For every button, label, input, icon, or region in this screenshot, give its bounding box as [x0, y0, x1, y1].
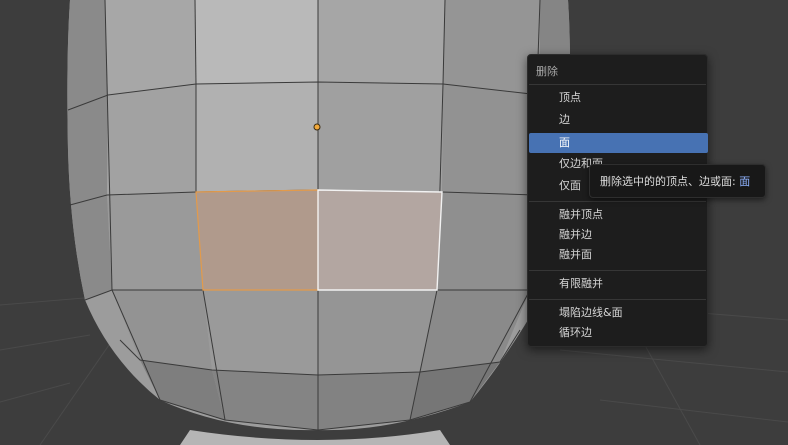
menu-item-edges[interactable]: 边 — [529, 110, 708, 130]
menu-item-edge-loops[interactable]: 循环边 — [529, 323, 708, 343]
tooltip-text: 删除选中的的顶点、边或面: — [600, 175, 740, 188]
menu-title: 删除 — [536, 65, 558, 78]
menu-item-dissolve-faces[interactable]: 融并面 — [529, 245, 708, 265]
menu-item-dissolve-edges[interactable]: 融并边 — [529, 225, 708, 245]
menu-item-collapse-edges-faces[interactable]: 塌陷边线&面 — [529, 303, 708, 323]
delete-menu: 删除 顶点 边 面 仅边和面 仅面 融并顶点 融并边 融并面 有限融并 塌陷边线… — [527, 54, 708, 347]
menu-separator — [529, 299, 706, 300]
tooltip-highlight: 面 — [739, 175, 751, 188]
menu-item-dissolve-vertices[interactable]: 融并顶点 — [529, 205, 708, 225]
selected-face[interactable] — [317, 189, 443, 291]
menu-separator — [529, 201, 706, 202]
menu-item-faces[interactable]: 面 — [529, 133, 708, 153]
menu-item-vertices[interactable]: 顶点 — [529, 88, 708, 108]
menu-separator — [529, 270, 706, 271]
object-origin-dot — [313, 123, 321, 131]
menu-item-limited-dissolve[interactable]: 有限融并 — [529, 274, 708, 294]
tooltip: 删除选中的的顶点、边或面: 面 — [589, 164, 766, 198]
selected-face-active[interactable] — [195, 189, 319, 291]
menu-separator — [529, 84, 706, 85]
